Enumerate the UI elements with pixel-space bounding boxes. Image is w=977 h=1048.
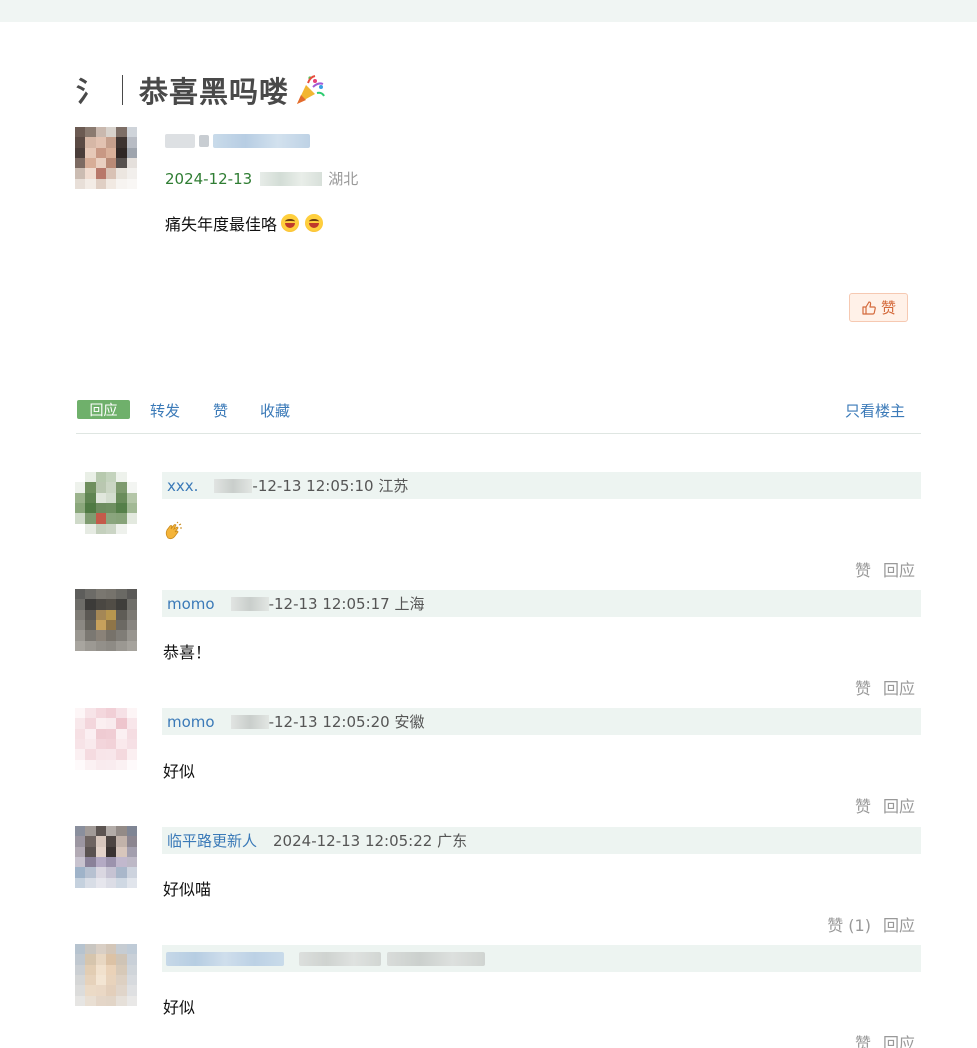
comment-header-redacted — [162, 945, 921, 972]
comment-actions: 赞 (1) 回应 — [827, 912, 915, 936]
comment-time-redacted — [299, 952, 381, 966]
clapping-hands-icon — [163, 521, 183, 541]
laughing-emoji-icon — [305, 214, 324, 232]
comment-like-link[interactable]: 赞 — [855, 557, 871, 581]
top-nav-strip — [0, 0, 977, 22]
comment-time-redacted — [230, 596, 269, 611]
comment-reply-link[interactable]: 回应 — [883, 675, 915, 699]
op-avatar[interactable] — [75, 127, 137, 189]
page-title: 恭喜黑吗喽 — [139, 75, 290, 109]
comment-avatar[interactable] — [75, 708, 137, 770]
comment-reply-link[interactable]: 回应 — [883, 912, 915, 936]
comment-like-link[interactable]: 赞 (1) — [827, 912, 871, 936]
comment-avatar[interactable] — [75, 472, 137, 534]
op-date: 2024-12-13 — [165, 169, 253, 188]
comment-author[interactable]: 临平路更新人 — [167, 830, 257, 851]
comment-time: 2024-12-13 12:05:22 广东 — [273, 831, 468, 851]
page-title-row: 氵 恭喜黑吗喽 — [76, 70, 327, 110]
comment-content: 好似 — [163, 762, 196, 781]
comment-author[interactable]: momo — [167, 595, 215, 613]
comment-time: -12-13 12:05:10 江苏 — [214, 475, 408, 496]
comment-reply-link[interactable]: 回应 — [883, 1030, 915, 1048]
laughing-emoji-icon — [281, 214, 300, 232]
comment-time: -12-13 12:05:17 上海 — [230, 593, 425, 614]
comment-actions: 赞 回应 — [855, 675, 915, 699]
comment-actions: 赞 回应 — [855, 557, 915, 581]
comment-header: momo -12-13 12:05:17 上海 — [162, 590, 921, 617]
post-like-label: 赞 — [880, 299, 896, 317]
op-username-redacted[interactable] — [165, 132, 310, 150]
thumbs-up-icon — [862, 300, 876, 315]
comment-header: xxx. -12-13 12:05:10 江苏 — [162, 472, 921, 499]
comment-location: 安徽 — [394, 713, 425, 731]
comment-like-link[interactable]: 赞 — [855, 1030, 871, 1048]
comment-time-redacted — [230, 714, 269, 729]
comment-time-redacted — [214, 478, 253, 493]
comment-time-redacted — [387, 952, 485, 966]
comment-avatar[interactable] — [75, 944, 137, 1006]
comment-like-link[interactable]: 赞 — [855, 793, 871, 817]
comment-content — [163, 521, 183, 545]
comment-reply-link[interactable]: 回应 — [883, 557, 915, 581]
comment-location: 江苏 — [378, 477, 409, 495]
comment-reply-link[interactable]: 回应 — [883, 793, 915, 817]
only-op-link[interactable]: 只看楼主 — [845, 400, 905, 421]
op-meta: 2024-12-13 湖北 — [165, 168, 358, 189]
op-content: 痛失年度最佳咯 — [165, 211, 324, 235]
op-location: 湖北 — [328, 170, 359, 188]
title-separator — [122, 75, 123, 105]
share-link[interactable]: 转发 — [150, 400, 180, 421]
comment-content: 好似喵 — [163, 880, 212, 899]
comment-author[interactable]: momo — [167, 713, 215, 731]
party-popper-icon — [293, 73, 327, 107]
comment-like-link[interactable]: 赞 — [855, 675, 871, 699]
comment-actions: 赞 回应 — [855, 1030, 915, 1048]
comment-location: 广东 — [437, 832, 468, 850]
reply-tab[interactable]: 回应 — [77, 400, 130, 419]
comment-time: -12-13 12:05:20 安徽 — [230, 711, 425, 732]
collect-link[interactable]: 收藏 — [260, 400, 290, 421]
comment-content: 好似 — [163, 998, 196, 1017]
comment-author[interactable]: xxx. — [167, 477, 198, 495]
comment-avatar[interactable] — [75, 826, 137, 888]
comment-location: 上海 — [394, 595, 425, 613]
like-link[interactable]: 赞 — [213, 400, 228, 421]
comment-header: momo -12-13 12:05:20 安徽 — [162, 708, 921, 735]
post-like-button[interactable]: 赞 — [849, 293, 908, 322]
op-ip-redacted — [260, 171, 323, 186]
comment-avatar[interactable] — [75, 589, 137, 651]
post-action-bar: 回应 转发 赞 收藏 只看楼主 — [76, 398, 921, 434]
op-content-text: 痛失年度最佳咯 — [165, 215, 278, 234]
comment-author-redacted[interactable] — [166, 952, 284, 966]
comment-content: 恭喜！ — [163, 643, 212, 662]
comment-header: 临平路更新人 2024-12-13 12:05:22 广东 — [162, 827, 921, 854]
comment-actions: 赞 回应 — [855, 793, 915, 817]
title-leading-glyph: 氵 — [76, 75, 105, 108]
